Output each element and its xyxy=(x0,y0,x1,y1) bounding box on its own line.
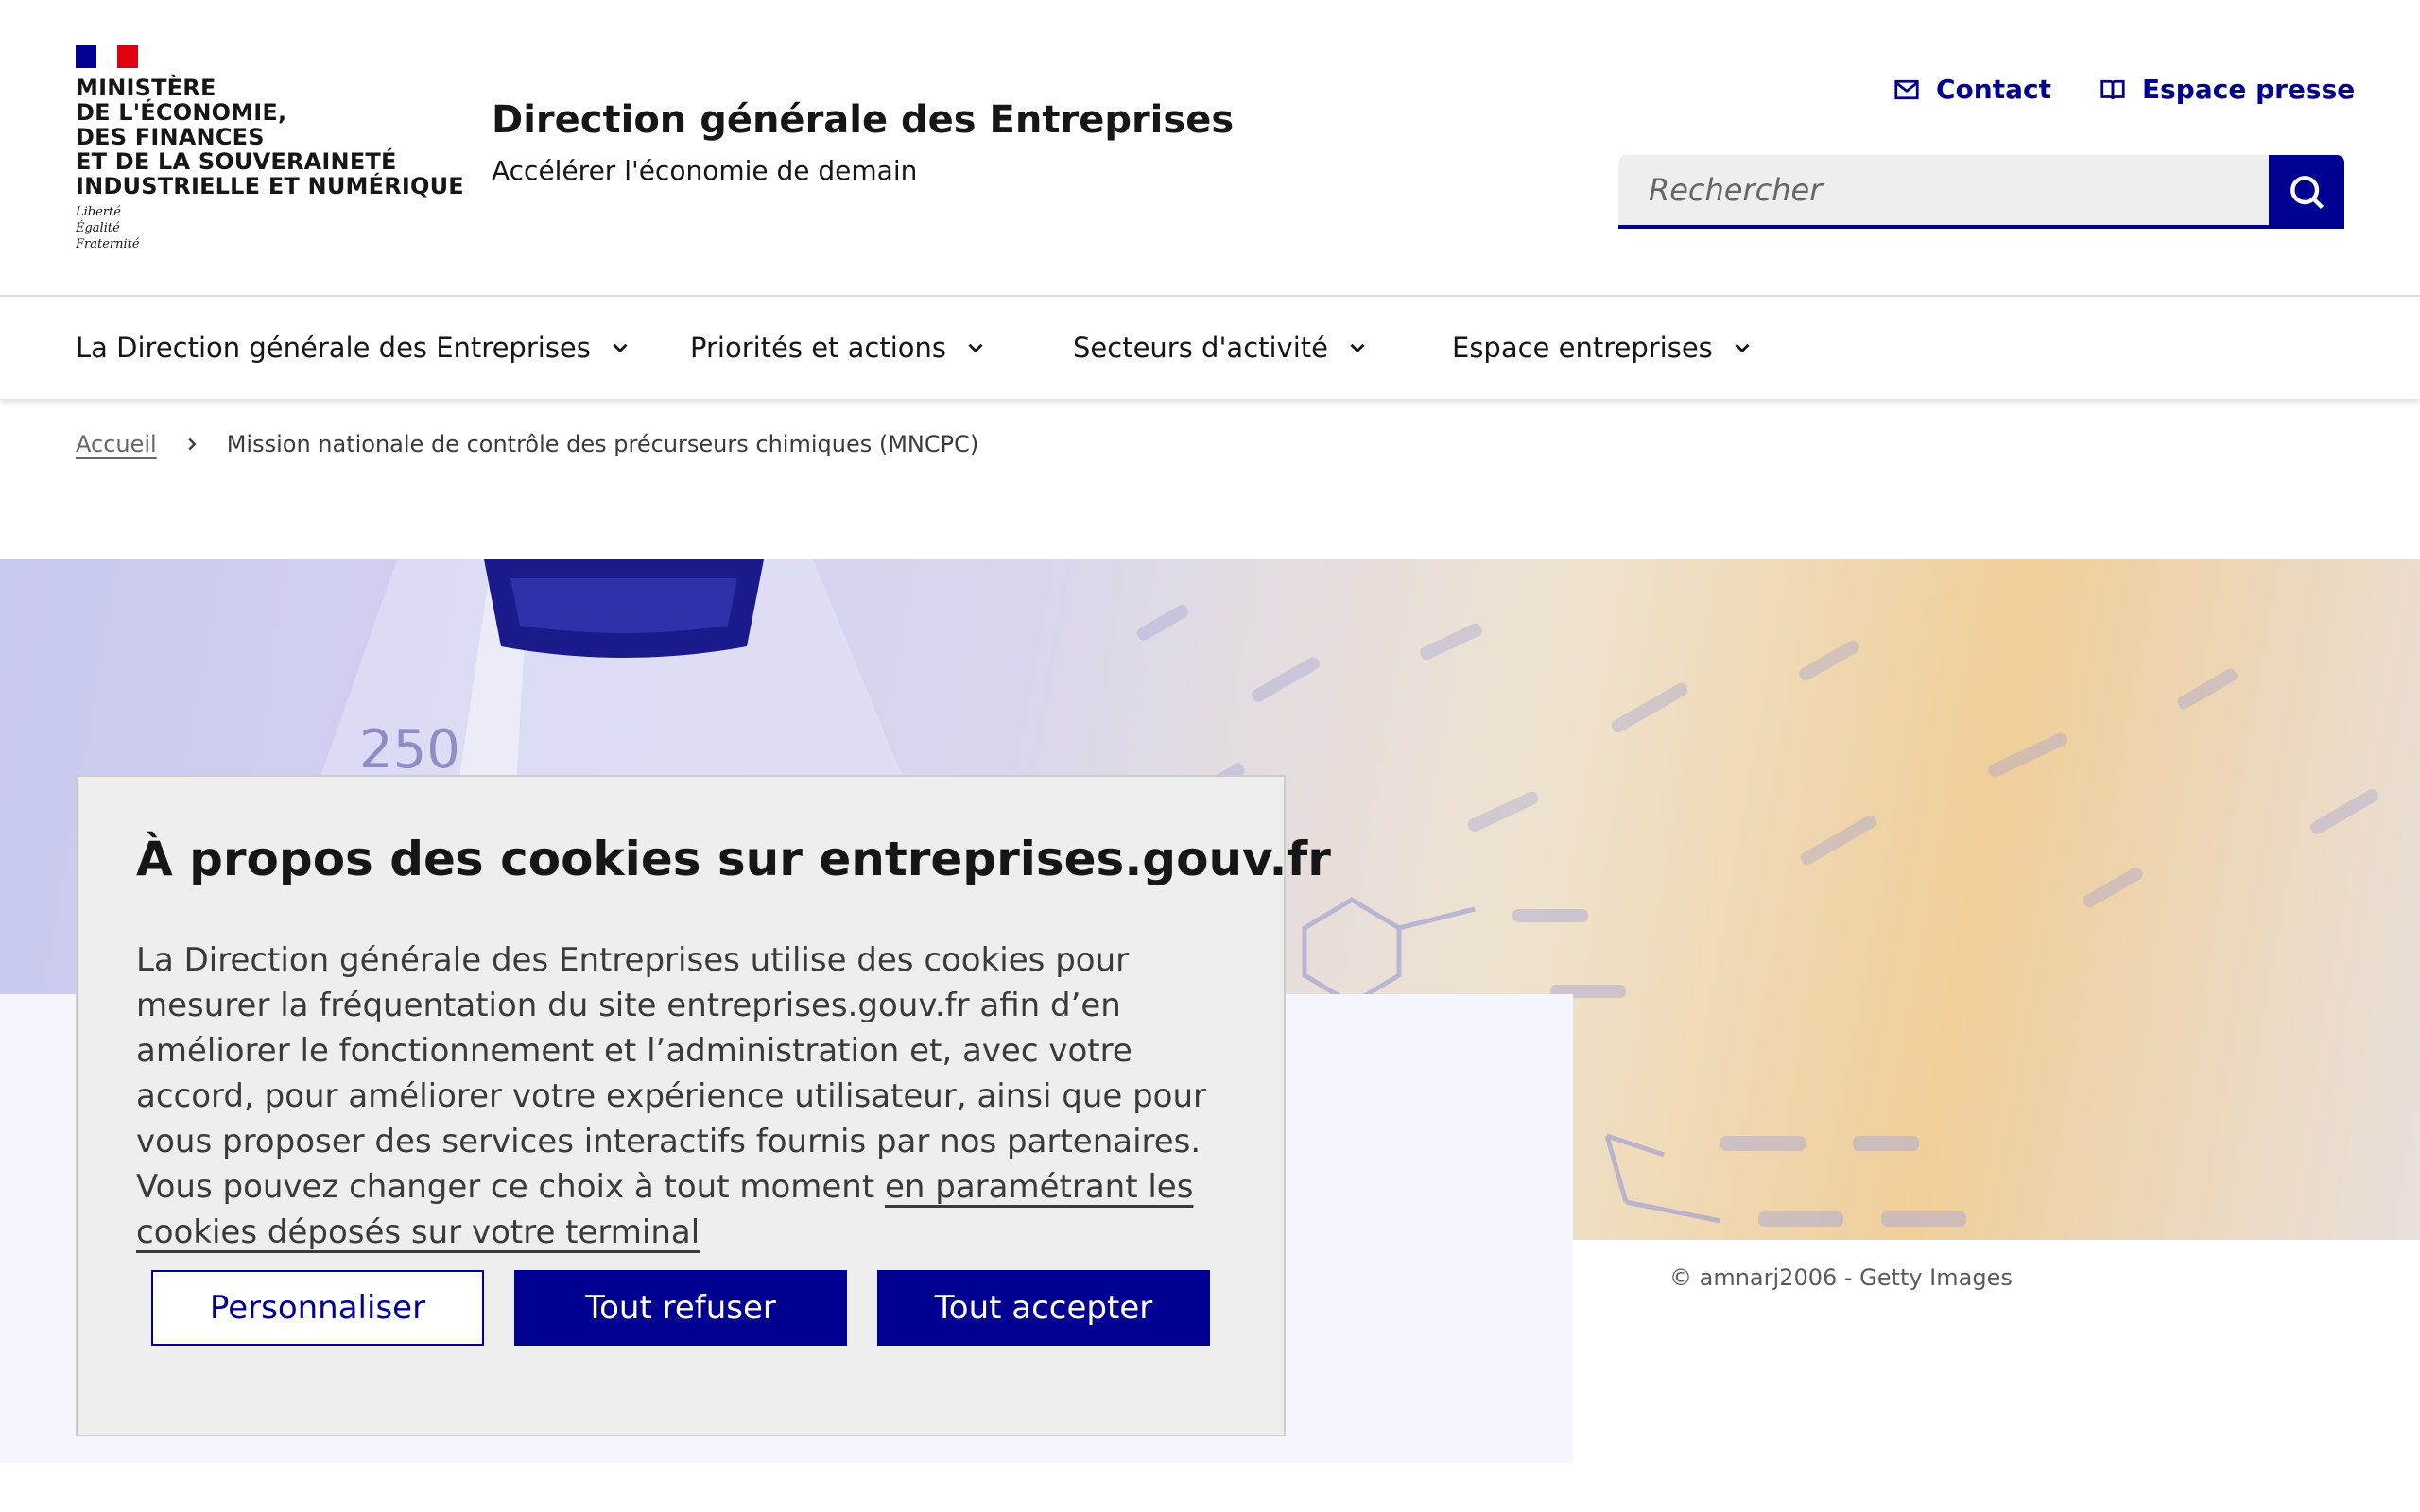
ministry-line: MINISTÈRE xyxy=(76,75,216,101)
main-navigation: La Direction générale des Entreprises Pr… xyxy=(0,297,2420,399)
service-title[interactable]: Direction générale des Entreprises xyxy=(492,98,1234,142)
press-space-label: Espace presse xyxy=(2142,74,2356,105)
service-tagline: Accélérer l'économie de demain xyxy=(492,155,918,186)
flask-volume-label: 250 xyxy=(359,719,460,781)
nav-item-label: Secteurs d'activité xyxy=(1073,332,1328,364)
breadcrumb-home-link[interactable]: Accueil xyxy=(76,431,157,457)
cookie-banner-title: À propos des cookies sur entreprises.gou… xyxy=(136,832,1331,886)
republic-motto: Liberté Égalité Fraternité xyxy=(76,204,140,252)
motto-egalite: Égalité xyxy=(76,221,120,235)
nav-item-sectors[interactable]: Secteurs d'activité xyxy=(1073,297,1370,399)
cookie-banner-description: La Direction générale des Entreprises ut… xyxy=(136,941,1207,1206)
book-open-icon xyxy=(2100,79,2125,99)
chevron-down-icon xyxy=(1735,343,1750,353)
search-icon xyxy=(2290,176,2325,210)
nav-item-priorities[interactable]: Priorités et actions xyxy=(690,297,988,399)
motto-fraternite: Fraternité xyxy=(76,237,140,251)
chevron-down-icon xyxy=(613,343,628,353)
search-button[interactable] xyxy=(2269,155,2344,229)
contact-label: Contact xyxy=(1936,74,2051,105)
ministry-line: DE L'ÉCONOMIE, xyxy=(76,99,287,126)
ministry-line: INDUSTRIELLE ET NUMÉRIQUE xyxy=(76,173,464,199)
customize-cookies-button[interactable]: Personnaliser xyxy=(151,1270,484,1346)
mail-icon xyxy=(1894,79,1919,99)
press-space-link[interactable]: Espace presse xyxy=(2099,74,2355,105)
marianne-flag-logo xyxy=(76,45,138,68)
nav-item-label: La Direction générale des Entreprises xyxy=(76,332,591,364)
site-header: MINISTÈRE DE L'ÉCONOMIE, DES FINANCES ET… xyxy=(0,0,2420,297)
breadcrumb-current: Mission nationale de contrôle des précur… xyxy=(226,431,979,457)
nav-item-business-space[interactable]: Espace entreprises xyxy=(1452,297,1754,399)
ministry-line: DES FINANCES xyxy=(76,124,265,150)
search-bar xyxy=(1618,155,2344,229)
accept-all-cookies-button[interactable]: Tout accepter xyxy=(877,1270,1210,1346)
image-credit: © amnarj2006 - Getty Images xyxy=(1669,1264,2013,1291)
chevron-down-icon xyxy=(968,343,983,353)
breadcrumb: Accueil Mission nationale de contrôle de… xyxy=(76,431,978,457)
motto-liberte: Liberté xyxy=(76,205,121,219)
cookie-consent-banner: À propos des cookies sur entreprises.gou… xyxy=(76,775,1331,1436)
nav-item-dge[interactable]: La Direction générale des Entreprises xyxy=(76,297,632,399)
chevron-right-icon xyxy=(188,438,197,451)
cookie-banner-text: La Direction générale des Entreprises ut… xyxy=(136,937,1229,1255)
search-input[interactable] xyxy=(1618,155,2344,225)
nav-item-label: Espace entreprises xyxy=(1452,332,1713,364)
ministry-line: ET DE LA SOUVERAINETÉ xyxy=(76,148,397,175)
contact-link[interactable]: Contact xyxy=(1893,74,2051,105)
ministry-logo-text[interactable]: MINISTÈRE DE L'ÉCONOMIE, DES FINANCES ET… xyxy=(76,76,464,198)
chevron-down-icon xyxy=(1350,343,1365,353)
refuse-all-cookies-button[interactable]: Tout refuser xyxy=(514,1270,847,1346)
nav-item-label: Priorités et actions xyxy=(690,332,947,364)
